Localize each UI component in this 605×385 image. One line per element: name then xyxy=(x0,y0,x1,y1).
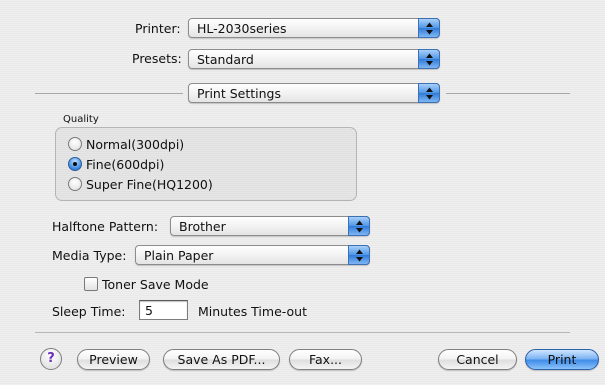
halftone-value: Brother xyxy=(179,219,226,234)
popup-arrows-icon xyxy=(348,245,370,265)
bottom-separator xyxy=(35,332,570,333)
panel-popup[interactable]: Print Settings xyxy=(188,83,440,103)
radio-super-fine-label: Super Fine(HQ1200) xyxy=(86,177,213,192)
popup-arrows-icon xyxy=(348,216,370,236)
halftone-popup[interactable]: Brother xyxy=(170,216,370,236)
printer-value: HL-2030series xyxy=(197,21,287,36)
fax-button[interactable]: Fax... xyxy=(289,349,362,370)
presets-label: Presets: xyxy=(132,51,182,66)
quality-title: Quality xyxy=(63,114,99,125)
toner-save-label: Toner Save Mode xyxy=(102,277,209,292)
preview-button[interactable]: Preview xyxy=(77,349,150,370)
save-as-pdf-button[interactable]: Save As PDF... xyxy=(163,349,280,370)
printer-label: Printer: xyxy=(135,21,181,36)
radio-normal[interactable] xyxy=(68,137,82,151)
cancel-button[interactable]: Cancel xyxy=(438,349,517,370)
panel-value: Print Settings xyxy=(197,86,281,101)
sleep-label: Sleep Time: xyxy=(52,304,126,319)
popup-arrows-icon xyxy=(418,49,440,69)
print-button[interactable]: Print xyxy=(525,349,599,370)
sleep-suffix: Minutes Time-out xyxy=(198,304,307,319)
radio-fine[interactable] xyxy=(68,157,82,171)
popup-arrows-icon xyxy=(418,83,440,103)
toner-save-checkbox[interactable] xyxy=(84,277,98,291)
media-value: Plain Paper xyxy=(144,248,214,263)
media-popup[interactable]: Plain Paper xyxy=(135,245,370,265)
radio-super-fine[interactable] xyxy=(68,177,82,191)
separator-right xyxy=(446,93,570,94)
radio-fine-label: Fine(600dpi) xyxy=(86,157,165,172)
presets-value: Standard xyxy=(197,52,254,67)
radio-normal-label: Normal(300dpi) xyxy=(86,137,185,152)
halftone-label: Halftone Pattern: xyxy=(52,219,159,234)
sleep-time-field[interactable]: 5 xyxy=(139,300,188,320)
help-icon[interactable]: ? xyxy=(40,348,62,370)
printer-popup[interactable]: HL-2030series xyxy=(188,18,440,38)
media-label: Media Type: xyxy=(52,248,127,263)
presets-popup[interactable]: Standard xyxy=(188,49,440,69)
separator-left xyxy=(35,93,183,94)
popup-arrows-icon xyxy=(418,18,440,38)
